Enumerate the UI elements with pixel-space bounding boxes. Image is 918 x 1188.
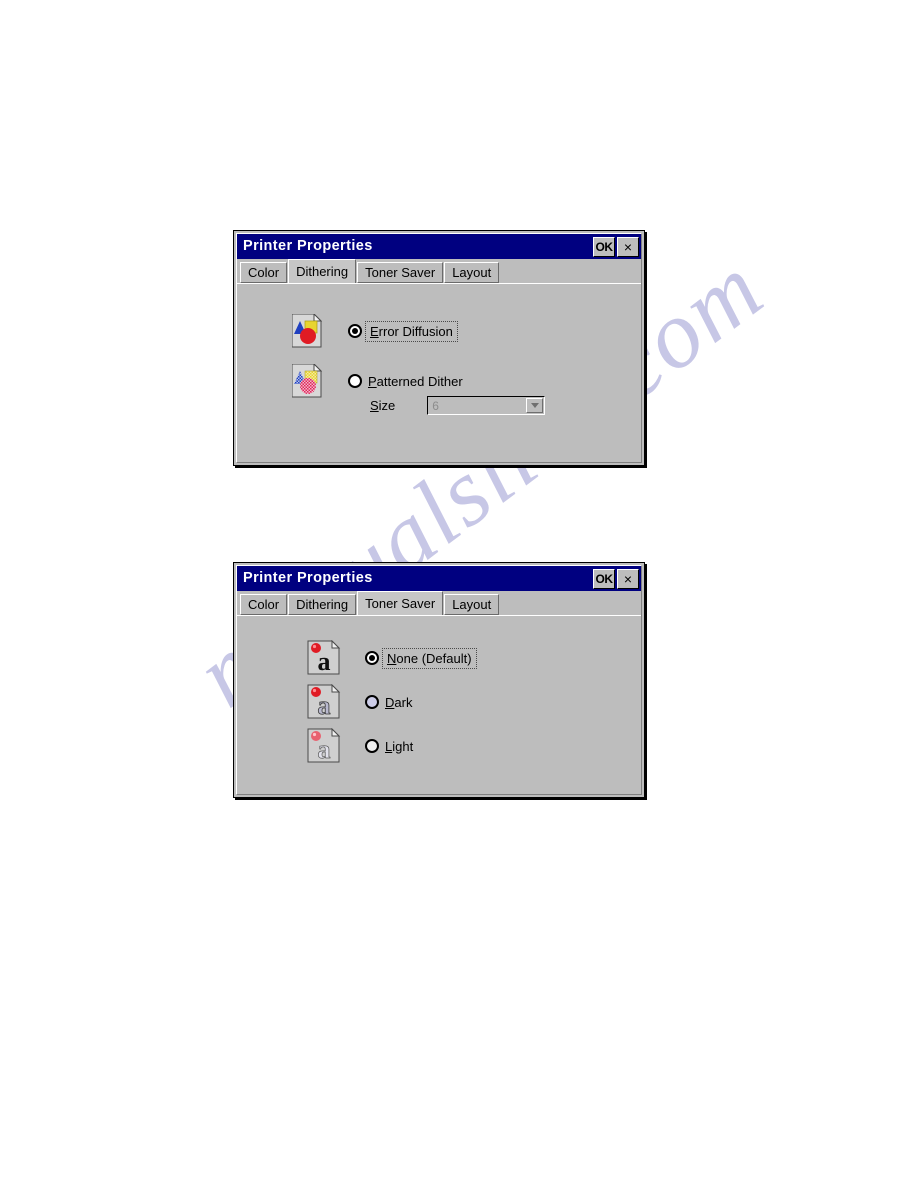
option-row-light[interactable]: a Light [307,727,413,764]
tab-layout[interactable]: Layout [444,262,500,283]
option-row-patterned-dither[interactable]: Patterned Dither [291,362,463,398]
tab-toner-saver[interactable]: Toner Saver [357,591,444,615]
ok-button[interactable]: OK [593,236,615,257]
radio-group-light[interactable]: Light [365,739,413,753]
titlebar-buttons: OK × [593,236,639,257]
radio-label-error-diffusion[interactable]: Error Diffusion [365,320,458,342]
tab-color[interactable]: Color [240,262,288,283]
tab-toner-saver[interactable]: Toner Saver [357,262,444,283]
color-shapes-page-icon [291,312,323,348]
radio-group-dark[interactable]: Dark [365,695,412,709]
letter-a-light-page-icon: a [307,727,341,764]
tab-page-dithering: Error Diffusion Patterned Dither Size 6 [237,283,641,462]
size-dropdown[interactable]: 6 [427,396,546,415]
dialog-inner-frame: Printer Properties OK × Color Dithering … [236,565,642,795]
radio-label-none-default[interactable]: None (Default) [382,647,477,669]
ok-button[interactable]: OK [593,568,615,589]
radio-error-diffusion[interactable] [348,324,362,338]
chevron-down-glyph [530,403,539,408]
svg-text:a: a [318,691,331,720]
radio-group-patterned-dither[interactable]: Patterned Dither [348,374,463,388]
chevron-down-icon[interactable] [526,398,544,413]
printer-properties-dialog-toner-saver[interactable]: Printer Properties OK × Color Dithering … [233,562,645,798]
radio-label-patterned-dither[interactable]: Patterned Dither [368,375,463,388]
close-icon[interactable]: × [617,568,639,589]
letter-a-solid-page-icon: a [307,639,341,676]
tab-dithering[interactable]: Dithering [288,259,357,283]
radio-group-error-diffusion[interactable]: Error Diffusion [348,320,458,342]
letter-a-dark-page-icon: a [307,683,341,720]
size-label: Size [370,398,396,413]
tab-layout[interactable]: Layout [444,594,500,615]
titlebar-buttons: OK × [593,568,639,589]
radio-none-default[interactable] [365,651,379,665]
dialog-title: Printer Properties [243,238,373,255]
size-field-row[interactable]: Size 6 [370,396,546,415]
svg-text:a: a [318,647,331,676]
tab-dithering[interactable]: Dithering [288,594,357,615]
radio-label-dark[interactable]: Dark [385,696,412,709]
option-row-dark[interactable]: a Dark [307,683,412,720]
option-row-error-diffusion[interactable]: Error Diffusion [291,312,458,348]
dialog-title: Printer Properties [243,570,373,587]
radio-label-light[interactable]: Light [385,740,413,753]
dialog-inner-frame: Printer Properties OK × Color Dithering … [236,233,642,463]
tab-strip: Color Dithering Toner Saver Layout [237,591,641,615]
svg-text:a: a [318,735,331,764]
radio-light[interactable] [365,739,379,753]
tab-strip: Color Dithering Toner Saver Layout [237,259,641,283]
radio-patterned-dither[interactable] [348,374,362,388]
dithered-shapes-page-icon [291,362,323,398]
option-row-none-default[interactable]: a None (Default) [307,639,477,676]
titlebar: Printer Properties OK × [237,234,641,259]
radio-group-none-default[interactable]: None (Default) [365,647,477,669]
tab-color[interactable]: Color [240,594,288,615]
radio-dark[interactable] [365,695,379,709]
printer-properties-dialog-dithering[interactable]: Printer Properties OK × Color Dithering … [233,230,645,466]
size-dropdown-value: 6 [432,398,439,413]
tab-page-toner-saver: a None (Default) a Dark a Light [237,615,641,794]
close-icon[interactable]: × [617,236,639,257]
titlebar: Printer Properties OK × [237,566,641,591]
